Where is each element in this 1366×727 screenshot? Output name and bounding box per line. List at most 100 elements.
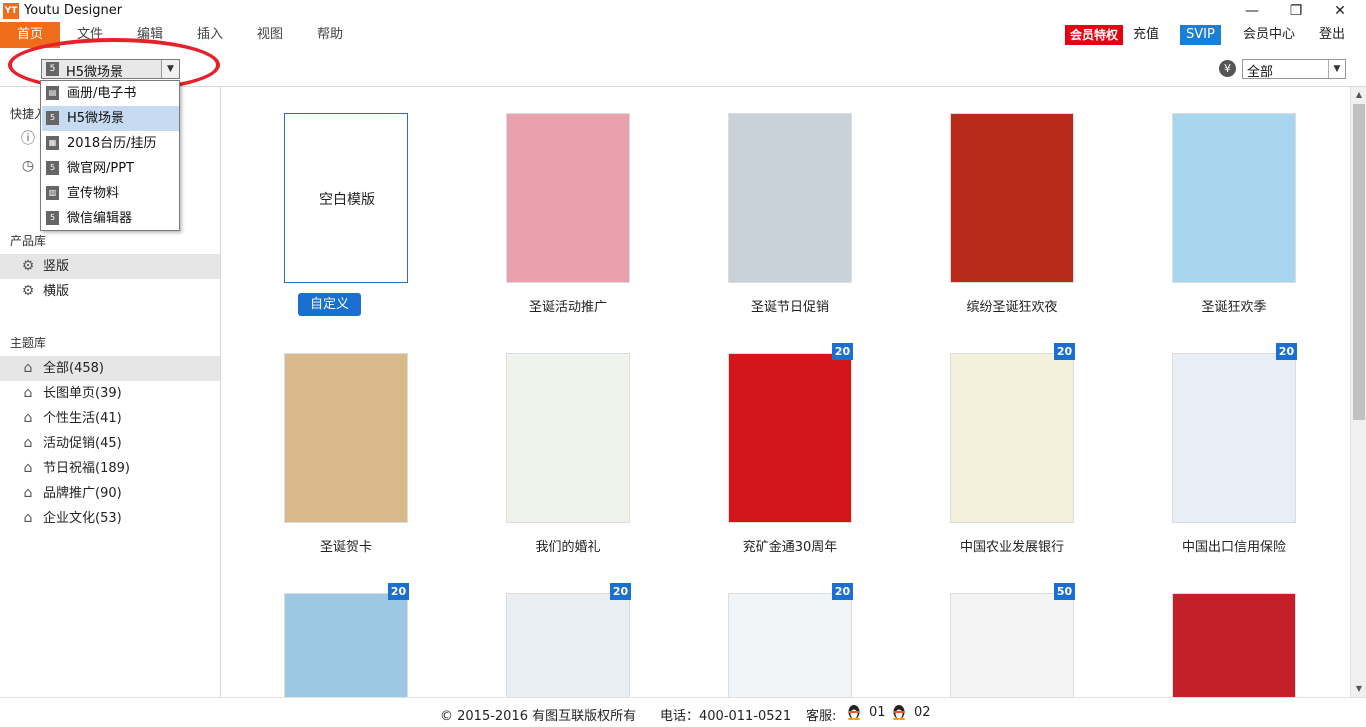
sidebar-item-label: 横版 bbox=[43, 284, 70, 299]
phone-text: 电话：400-011-0521 bbox=[660, 709, 792, 724]
price-badge: 20 bbox=[388, 583, 409, 600]
scroll-thumb[interactable] bbox=[1353, 104, 1365, 420]
template-label[interactable]: 中国农业发展银行 bbox=[932, 536, 1092, 555]
menu-file[interactable]: 文件 bbox=[77, 22, 103, 48]
template-thumbnail[interactable] bbox=[506, 593, 630, 697]
menu-edit[interactable]: 编辑 bbox=[137, 22, 163, 48]
dropdown-item-label: H5微场景 bbox=[67, 111, 125, 126]
sidebar-item-landscape[interactable]: ⚙ 横版 bbox=[0, 279, 220, 304]
qq-penguin-icon[interactable] bbox=[892, 704, 906, 721]
custom-size-button[interactable]: 自定义 bbox=[298, 293, 361, 316]
dropdown-item-website[interactable]: 5 微官网/PPT bbox=[42, 156, 179, 181]
template-thumbnail[interactable] bbox=[728, 353, 852, 523]
template-thumbnail[interactable] bbox=[1172, 593, 1296, 697]
qq-service-2[interactable]: 02 bbox=[914, 705, 931, 720]
template-thumbnail[interactable] bbox=[506, 353, 630, 523]
price-badge: 50 bbox=[1054, 583, 1075, 600]
price-badge: 20 bbox=[610, 583, 631, 600]
scroll-down-arrow-icon[interactable]: ▼ bbox=[1351, 681, 1366, 697]
chevron-down-icon[interactable]: ▼ bbox=[161, 60, 179, 78]
template-label[interactable]: 圣诞贺卡 bbox=[266, 536, 426, 555]
html5-icon: 5 bbox=[46, 62, 59, 76]
scene-select-value: H5微场景 bbox=[66, 65, 124, 80]
recharge-link[interactable]: 充值 bbox=[1133, 25, 1159, 45]
html5-icon: 5 bbox=[46, 111, 59, 125]
tag-icon: ⌂ bbox=[23, 410, 33, 426]
template-thumbnail[interactable] bbox=[284, 353, 408, 523]
menu-view[interactable]: 视图 bbox=[257, 22, 283, 48]
menu-home[interactable]: 首页 bbox=[0, 22, 60, 48]
html5-icon: 5 bbox=[46, 161, 59, 175]
template-label[interactable]: 圣诞狂欢季 bbox=[1154, 296, 1314, 315]
flyer-icon: ▥ bbox=[46, 186, 59, 200]
menu-insert[interactable]: 插入 bbox=[197, 22, 223, 48]
template-thumbnail[interactable] bbox=[950, 593, 1074, 697]
template-thumbnail[interactable] bbox=[728, 593, 852, 697]
scene-type-dropdown: ▤ 画册/电子书 5 H5微场景 ▦ 2018台历/挂历 5 微官网/PPT ▥… bbox=[40, 80, 180, 231]
dropdown-item-label: 2018台历/挂历 bbox=[67, 136, 157, 151]
product-library-heading: 产品库 bbox=[10, 234, 47, 248]
blank-template-thumb[interactable]: 空白模版 bbox=[284, 113, 408, 283]
vertical-scrollbar[interactable]: ▲ ▼ bbox=[1350, 87, 1366, 697]
dropdown-item-label: 宣传物料 bbox=[67, 186, 120, 201]
price-badge: 20 bbox=[1054, 343, 1075, 360]
template-label[interactable]: 圣诞活动推广 bbox=[488, 296, 648, 315]
tag-icon: ⌂ bbox=[23, 385, 33, 401]
dropdown-item-label: 微信编辑器 bbox=[67, 211, 133, 226]
template-label[interactable]: 缤纷圣诞狂欢夜 bbox=[932, 296, 1092, 315]
price-badge: 20 bbox=[832, 343, 853, 360]
sidebar-item-label: 长图单页(39) bbox=[43, 386, 122, 401]
sidebar-item-portrait[interactable]: ⚙ 竖版 bbox=[0, 254, 220, 279]
template-thumbnail[interactable] bbox=[950, 113, 1074, 283]
vip-privilege-button[interactable]: 会员特权 bbox=[1065, 25, 1124, 45]
logout-link[interactable]: 登出 bbox=[1319, 25, 1345, 45]
footer: © 2015-2016 有图互联版权所有 电话：400-011-0521 客服:… bbox=[0, 697, 1366, 727]
price-filter-select[interactable]: 全部 ▼ bbox=[1242, 59, 1346, 80]
gear-icon: ⚙ bbox=[21, 283, 35, 299]
theme-library-heading: 主题库 bbox=[10, 336, 47, 350]
menu-bar: 首页 文件 编辑 插入 视图 帮助 会员特权 充值 SVIP 会员中心 登出 bbox=[0, 22, 1366, 48]
qq-service-1[interactable]: 01 bbox=[869, 705, 886, 720]
sidebar-item-theme-longpage[interactable]: ⌂ 长图单页(39) bbox=[0, 381, 220, 406]
minimize-button[interactable]: — bbox=[1230, 0, 1274, 22]
template-thumbnail[interactable] bbox=[506, 113, 630, 283]
template-label[interactable]: 我们的婚礼 bbox=[488, 536, 648, 555]
template-thumbnail[interactable] bbox=[1172, 113, 1296, 283]
chevron-down-icon[interactable]: ▼ bbox=[1328, 60, 1345, 78]
template-thumbnail[interactable] bbox=[728, 113, 852, 283]
book-icon: ▤ bbox=[46, 86, 59, 100]
sidebar-item-theme-promotion[interactable]: ⌂ 活动促销(45) bbox=[0, 431, 220, 456]
dropdown-item-h5[interactable]: 5 H5微场景 bbox=[42, 106, 179, 131]
sidebar-item-theme-lifestyle[interactable]: ⌂ 个性生活(41) bbox=[0, 406, 220, 431]
sidebar-item-theme-all[interactable]: ⌂ 全部(458) bbox=[0, 356, 220, 381]
dropdown-item-wechat-editor[interactable]: 5 微信编辑器 bbox=[42, 206, 179, 230]
member-center-link[interactable]: 会员中心 bbox=[1243, 25, 1295, 45]
scroll-up-arrow-icon[interactable]: ▲ bbox=[1351, 87, 1366, 103]
svip-button[interactable]: SVIP bbox=[1180, 25, 1221, 45]
tag-icon: ⌂ bbox=[23, 435, 33, 451]
dropdown-item-album[interactable]: ▤ 画册/电子书 bbox=[42, 81, 179, 106]
template-label[interactable]: 中国出口信用保险 bbox=[1154, 536, 1314, 555]
template-label[interactable]: 兖矿金通30周年 bbox=[710, 536, 870, 555]
sidebar-item-theme-brand[interactable]: ⌂ 品牌推广(90) bbox=[0, 481, 220, 506]
template-thumbnail[interactable] bbox=[284, 593, 408, 697]
template-thumbnail[interactable] bbox=[1172, 353, 1296, 523]
sidebar-item-label: 活动促销(45) bbox=[43, 436, 122, 451]
close-button[interactable]: ✕ bbox=[1318, 0, 1362, 22]
sidebar-item-theme-culture[interactable]: ⌂ 企业文化(53) bbox=[0, 506, 220, 531]
dropdown-item-calendar[interactable]: ▦ 2018台历/挂历 bbox=[42, 131, 179, 156]
yen-icon: ¥ bbox=[1219, 60, 1236, 77]
dropdown-item-label: 微官网/PPT bbox=[67, 161, 134, 176]
restore-button[interactable]: ❐ bbox=[1274, 0, 1318, 22]
scene-type-select[interactable]: 5 H5微场景 ▼ bbox=[41, 59, 180, 80]
template-label[interactable]: 圣诞节日促销 bbox=[710, 296, 870, 315]
menu-help[interactable]: 帮助 bbox=[317, 22, 343, 48]
dropdown-item-flyer[interactable]: ▥ 宣传物料 bbox=[42, 181, 179, 206]
calendar-icon: ▦ bbox=[46, 136, 59, 150]
template-thumbnail[interactable] bbox=[950, 353, 1074, 523]
tag-icon: ⌂ bbox=[23, 485, 33, 501]
sidebar-item-theme-holiday[interactable]: ⌂ 节日祝福(189) bbox=[0, 456, 220, 481]
tag-icon: ⌂ bbox=[23, 510, 33, 526]
qq-penguin-icon[interactable] bbox=[847, 704, 861, 721]
sidebar-item-label: 个性生活(41) bbox=[43, 411, 122, 426]
